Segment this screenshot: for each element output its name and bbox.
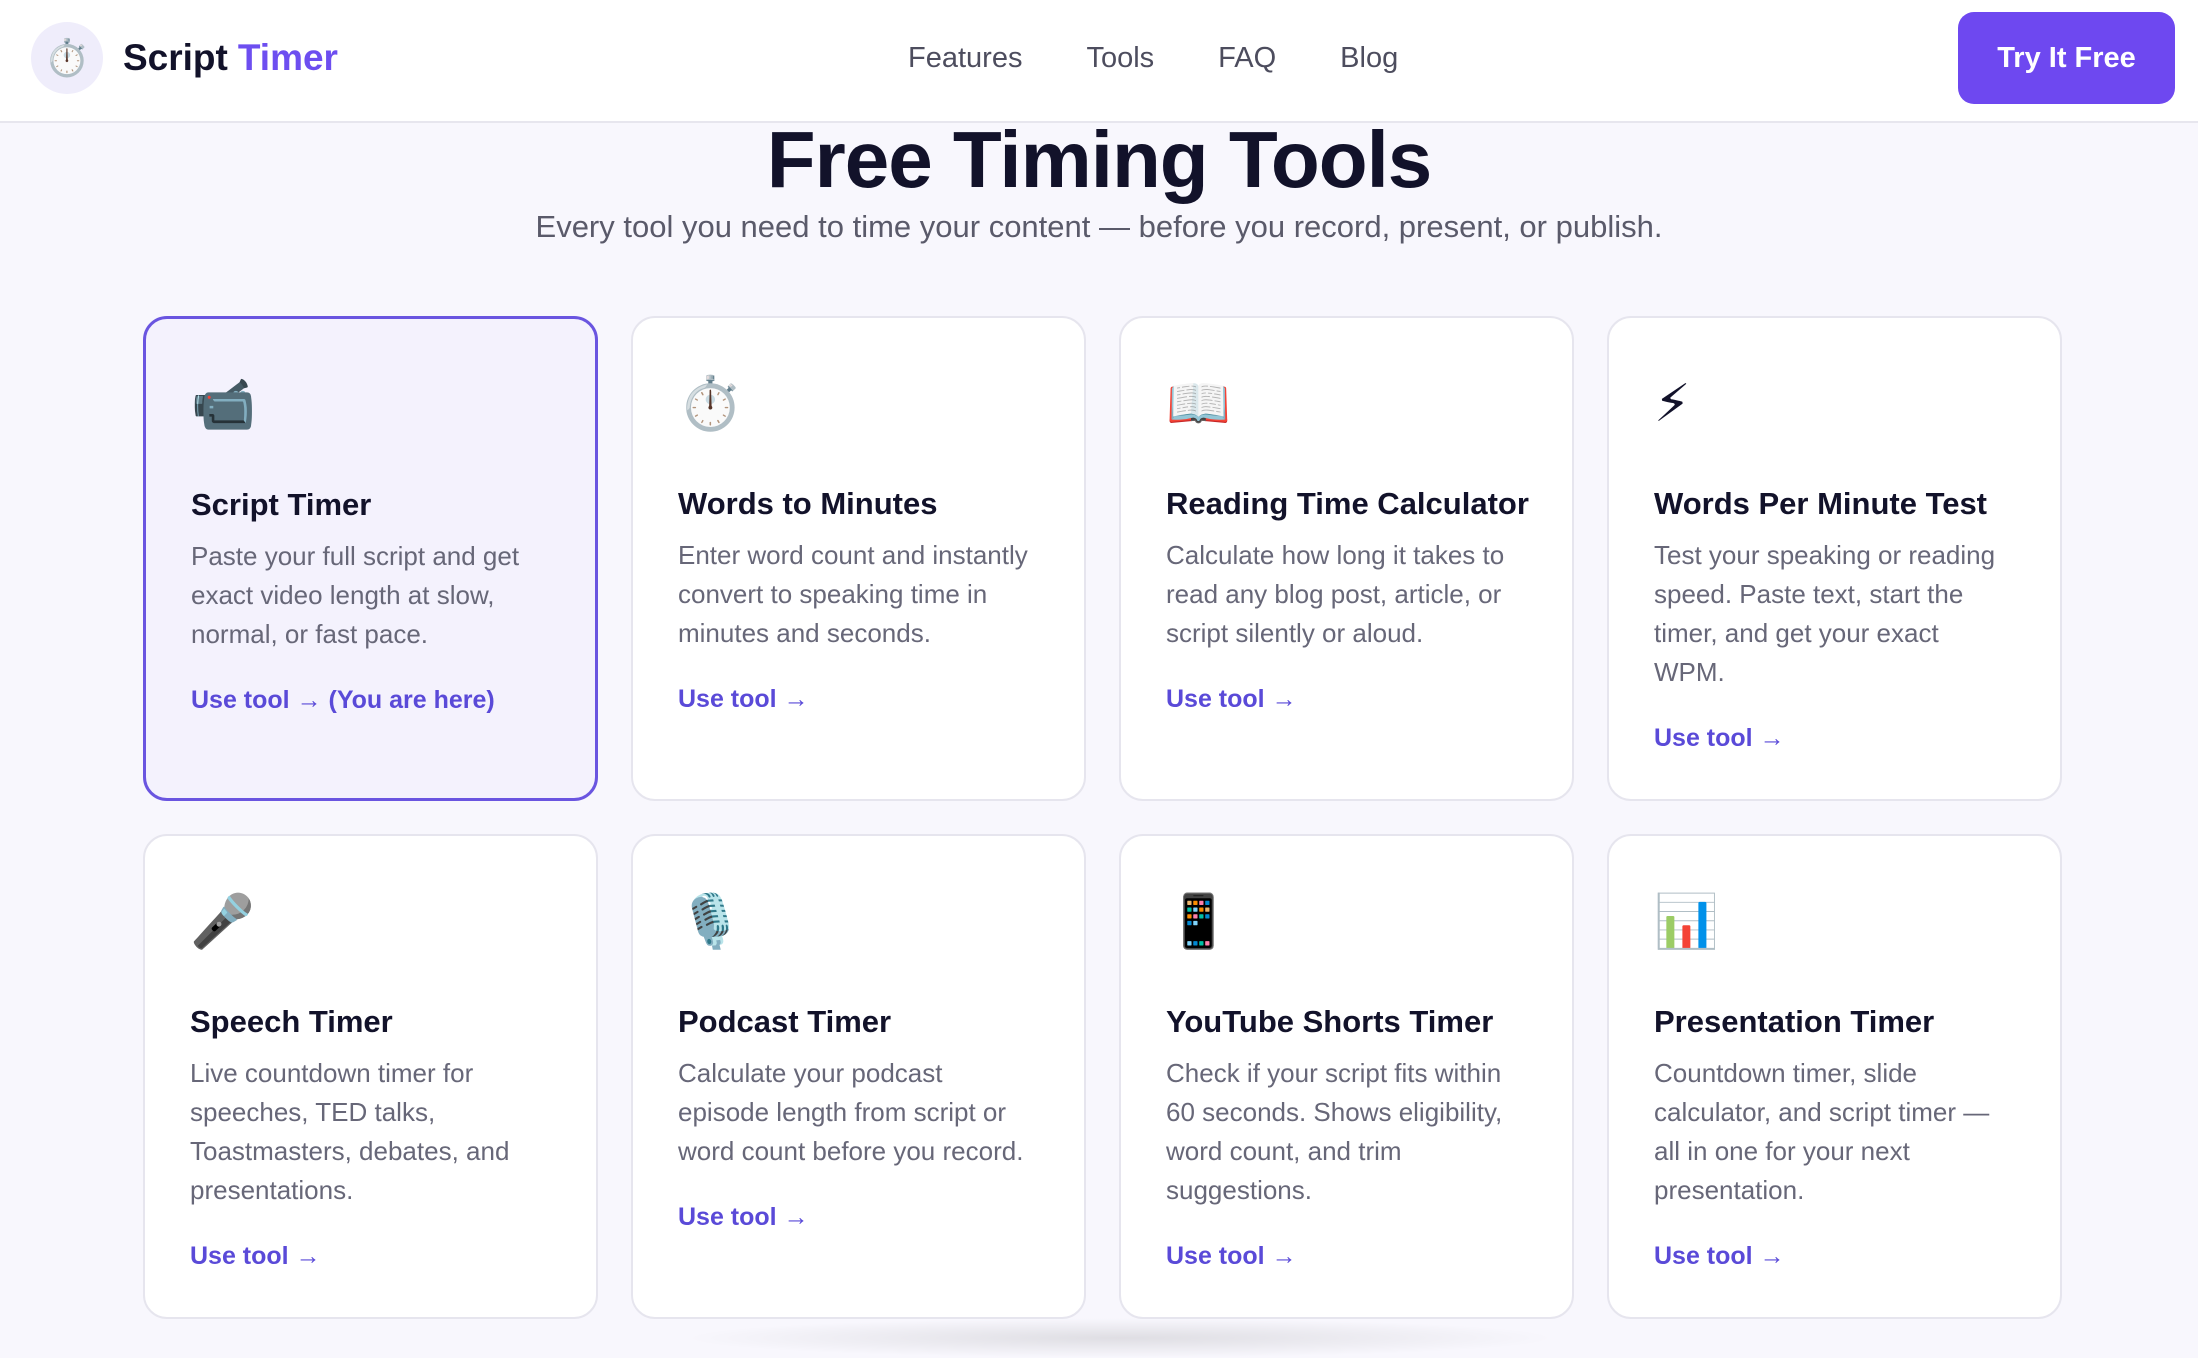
main-nav: Features Tools FAQ Blog bbox=[908, 38, 1398, 78]
page-title: Free Timing Tools bbox=[766, 115, 1433, 204]
bar-chart-icon: 📊 bbox=[1654, 892, 1719, 952]
tool-card-description: Calculate how long it takes to read any … bbox=[1166, 540, 1505, 648]
tool-card-description: Test your speaking or reading speed. Pas… bbox=[1654, 540, 1996, 687]
tool-card-script-timer[interactable]: 📹 Script Timer Paste your full script an… bbox=[143, 316, 598, 801]
lightning-icon: ⚡ bbox=[1654, 374, 1691, 434]
top-navbar: ⏱️ Script Timer Features Tools FAQ Blog T… bbox=[0, 0, 2198, 123]
tool-card-title: YouTube Shorts Timer bbox=[1166, 1004, 1494, 1039]
tool-card-presentation-timer[interactable]: 📊 Presentation Timer Countdown timer, sl… bbox=[1607, 834, 2062, 1319]
tool-card-description: Countdown timer, slide calculator, and s… bbox=[1654, 1058, 1990, 1205]
mobile-phone-icon: 📱 bbox=[1166, 892, 1231, 952]
tool-card-description: Check if your script fits within 60 seco… bbox=[1166, 1058, 1503, 1205]
use-tool-link[interactable]: Use tool → bbox=[1654, 721, 2016, 755]
tool-card-title: Speech Timer bbox=[190, 1004, 393, 1039]
tool-card-podcast-timer[interactable]: 🎙️ Podcast Timer Calculate your podcast … bbox=[631, 834, 1086, 1319]
tool-card-title: Podcast Timer bbox=[678, 1004, 892, 1039]
use-tool-link[interactable]: Use tool → bbox=[190, 1239, 552, 1273]
open-book-icon: 📖 bbox=[1166, 374, 1231, 434]
tool-card-speech-timer[interactable]: 🎤 Speech Timer Live countdown timer for … bbox=[143, 834, 598, 1319]
tool-card-title: Reading Time Calculator bbox=[1166, 486, 1529, 521]
tool-card-description: Enter word count and instantly convert t… bbox=[678, 540, 1028, 648]
microphone-icon: 🎤 bbox=[190, 892, 255, 952]
nav-link-features[interactable]: Features bbox=[908, 38, 1022, 78]
nav-link-blog[interactable]: Blog bbox=[1340, 38, 1398, 78]
scroll-shadow bbox=[680, 1318, 1560, 1358]
use-tool-link[interactable]: Use tool → bbox=[1166, 682, 1528, 716]
tool-card-description: Paste your full script and get exact vid… bbox=[191, 541, 520, 649]
tool-card-reading-time-calculator[interactable]: 📖 Reading Time Calculator Calculate how … bbox=[1119, 316, 1574, 801]
use-tool-link[interactable]: Use tool → bbox=[1654, 1239, 2016, 1273]
use-tool-link[interactable]: Use tool → bbox=[678, 682, 1040, 716]
page-subtitle: Every tool you need to time your content… bbox=[535, 209, 1663, 244]
brand-name-timer: Timer bbox=[237, 37, 338, 78]
nav-link-tools[interactable]: Tools bbox=[1086, 38, 1154, 78]
video-camera-icon: 📹 bbox=[191, 375, 256, 435]
tool-card-words-per-minute-test[interactable]: ⚡ Words Per Minute Test Test your speaki… bbox=[1607, 316, 2062, 801]
stopwatch-icon: ⏱️ bbox=[678, 374, 743, 434]
use-tool-link[interactable]: Use tool → (You are here) bbox=[191, 683, 551, 717]
brand-logo[interactable]: Script Timer bbox=[123, 36, 338, 80]
tool-card-title: Words to Minutes bbox=[678, 486, 938, 521]
brand-name-script: Script bbox=[123, 37, 228, 78]
tool-card-description: Live countdown timer for speeches, TED t… bbox=[190, 1058, 510, 1205]
tool-card-title: Presentation Timer bbox=[1654, 1004, 1935, 1039]
studio-microphone-icon: 🎙️ bbox=[678, 892, 743, 952]
tools-grid: 📹 Script Timer Paste your full script an… bbox=[143, 316, 2062, 1319]
nav-link-faq[interactable]: FAQ bbox=[1218, 38, 1276, 78]
tool-card-description: Calculate your podcast episode length fr… bbox=[678, 1058, 1024, 1166]
use-tool-link[interactable]: Use tool → bbox=[1166, 1239, 1528, 1273]
tool-card-words-to-minutes[interactable]: ⏱️ Words to Minutes Enter word count and… bbox=[631, 316, 1086, 801]
try-it-free-button[interactable]: Try It Free bbox=[1958, 12, 2175, 104]
tool-card-title: Script Timer bbox=[191, 487, 372, 522]
stopwatch-icon[interactable]: ⏱️ bbox=[31, 22, 103, 94]
tool-card-title: Words Per Minute Test bbox=[1654, 486, 1988, 521]
tool-card-youtube-shorts-timer[interactable]: 📱 YouTube Shorts Timer Check if your scr… bbox=[1119, 834, 1574, 1319]
use-tool-link[interactable]: Use tool → bbox=[678, 1200, 1040, 1234]
